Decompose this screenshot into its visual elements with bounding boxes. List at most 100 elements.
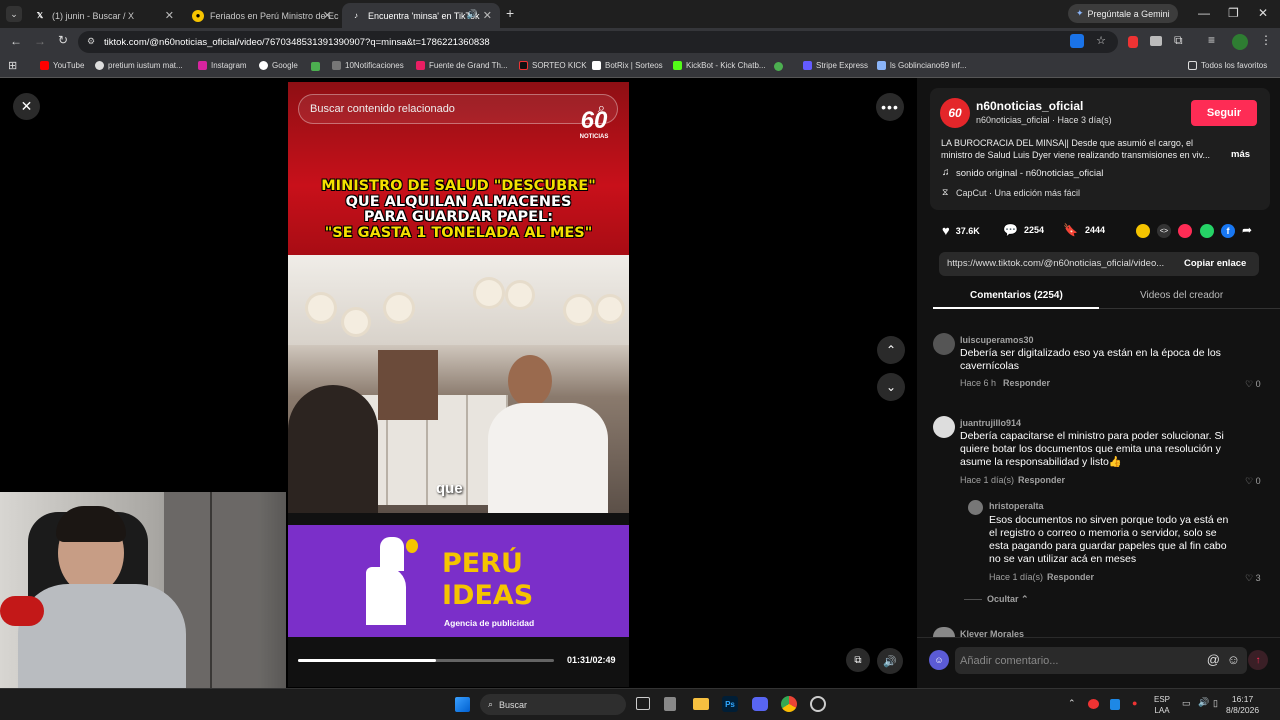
- extension-bookmark-icon[interactable]: [311, 62, 320, 71]
- discord-icon[interactable]: [752, 697, 768, 711]
- chrome-icon[interactable]: [781, 696, 797, 712]
- tray-app-icon[interactable]: [1088, 699, 1099, 709]
- previous-video-button[interactable]: ⌃: [877, 336, 905, 364]
- comment-username[interactable]: juantrujillo914: [960, 418, 1021, 428]
- profile-avatar[interactable]: [1232, 34, 1248, 50]
- chrome-menu-icon[interactable]: ⋮: [1260, 33, 1272, 47]
- more-link[interactable]: más: [1231, 149, 1250, 160]
- tab-search-icon[interactable]: ⌄: [6, 6, 22, 22]
- battery-icon[interactable]: ▯: [1213, 698, 1218, 709]
- bookmark-pretium[interactable]: pretium iustum mat...: [95, 61, 183, 70]
- bookmark-goblinciano[interactable]: ls Goblinciano69 inf...: [877, 61, 967, 70]
- avatar[interactable]: [933, 416, 955, 438]
- comment-like[interactable]: ♡ 0: [1245, 379, 1261, 390]
- bookmark-botrix[interactable]: BotRix | Sorteos: [592, 61, 663, 70]
- task-view-icon[interactable]: [636, 697, 650, 710]
- creator-username[interactable]: n60noticias_oficial: [976, 99, 1083, 113]
- whatsapp-icon[interactable]: [1200, 224, 1214, 238]
- puzzle-icon[interactable]: ⧉: [1174, 33, 1183, 48]
- hide-replies-button[interactable]: —— Ocultar ⌃: [964, 594, 1029, 605]
- comment-username[interactable]: Klever Morales: [960, 629, 1024, 637]
- share-arrow-icon[interactable]: ➦: [1242, 223, 1252, 237]
- avatar[interactable]: [933, 627, 955, 637]
- close-tab-icon[interactable]: ✕: [323, 9, 332, 22]
- avatar[interactable]: [968, 500, 983, 515]
- file-explorer-icon[interactable]: [693, 698, 709, 710]
- photoshop-icon[interactable]: Ps: [722, 696, 738, 712]
- video-player[interactable]: Buscar contenido relacionado ⌕ 60 NOTICI…: [288, 82, 629, 687]
- save-button[interactable]: 🔖 2444: [1063, 223, 1105, 237]
- avatar[interactable]: [933, 333, 955, 355]
- reply-button[interactable]: Responder: [1003, 378, 1050, 388]
- app-2-icon[interactable]: [810, 696, 826, 712]
- tray-chevron-icon[interactable]: ⌃: [1068, 698, 1076, 709]
- share-red-icon[interactable]: [1178, 224, 1192, 238]
- extension-bookmark-2-icon[interactable]: [774, 62, 783, 71]
- video-link-text[interactable]: https://www.tiktok.com/@n60noticias_ofic…: [947, 258, 1164, 269]
- apps-grid-icon[interactable]: ⊞: [8, 59, 17, 72]
- comment-username[interactable]: luiscuperamos30: [960, 335, 1034, 345]
- bookmark-stripe[interactable]: Stripe Express: [803, 61, 868, 70]
- more-options-button[interactable]: •••: [876, 93, 904, 121]
- browser-tab-x[interactable]: 𝕏 (1) junin - Buscar / X ✕: [26, 3, 182, 28]
- audio-playing-icon[interactable]: 🔊: [467, 9, 478, 20]
- bookmark-sorteo-kick[interactable]: SORTEO KICK: [519, 61, 587, 70]
- bookmark-youtube[interactable]: YouTube: [40, 61, 84, 70]
- forward-icon[interactable]: →: [34, 34, 46, 48]
- screen-share-icon[interactable]: [1070, 34, 1084, 48]
- browser-tab-news[interactable]: ● Feriados en Perú Ministro de Ec ✕: [184, 3, 340, 28]
- speaker-icon[interactable]: 🔊: [1198, 697, 1209, 708]
- bookmark-grand-theft[interactable]: Fuente de Grand Th...: [416, 61, 508, 70]
- bookmark-google[interactable]: Google: [259, 61, 298, 70]
- close-tab-icon[interactable]: ✕: [483, 9, 492, 22]
- capcut-link[interactable]: CapCut · Una edición más fácil: [956, 188, 1080, 198]
- gemini-button[interactable]: ✦ Pregúntale a Gemini: [1068, 4, 1178, 23]
- comment-input[interactable]: Añadir comentario... @ ☺: [955, 647, 1247, 674]
- site-info-icon[interactable]: ⚙: [87, 36, 95, 47]
- sticker-icon[interactable]: ☺: [929, 650, 949, 670]
- close-video-button[interactable]: ✕: [13, 93, 40, 120]
- creator-avatar[interactable]: 60: [940, 98, 970, 128]
- comment-button[interactable]: 💬 2254: [1003, 223, 1044, 237]
- comment-like[interactable]: ♡ 0: [1245, 476, 1261, 487]
- follow-button[interactable]: Seguir: [1191, 100, 1257, 126]
- share-coin-icon[interactable]: [1136, 224, 1150, 238]
- maximize-button[interactable]: ❐: [1228, 6, 1239, 20]
- close-tab-icon[interactable]: ✕: [165, 9, 174, 22]
- bookmark-star-icon[interactable]: ☆: [1096, 34, 1106, 47]
- address-bar[interactable]: ⚙ tiktok.com/@n60noticias_oficial/video/…: [78, 31, 1118, 53]
- progress-bar[interactable]: [298, 659, 554, 662]
- network-icon[interactable]: ▭: [1182, 698, 1191, 709]
- new-tab-button[interactable]: +: [506, 5, 514, 21]
- back-icon[interactable]: ←: [10, 34, 22, 48]
- app-icon[interactable]: [664, 697, 676, 711]
- all-favorites-folder[interactable]: Todos los favoritos: [1188, 61, 1267, 70]
- next-video-button[interactable]: ⌄: [877, 373, 905, 401]
- close-window-button[interactable]: ✕: [1258, 6, 1268, 20]
- extension-red-icon[interactable]: [1128, 36, 1138, 48]
- copy-link-button[interactable]: Copiar enlace: [1184, 258, 1246, 269]
- sound-link[interactable]: sonido original - n60noticias_oficial: [956, 168, 1103, 179]
- minimize-button[interactable]: —: [1198, 6, 1210, 20]
- send-comment-button[interactable]: ↑: [1248, 650, 1268, 670]
- reload-icon[interactable]: ↻: [58, 33, 68, 47]
- reply-button[interactable]: Responder: [1047, 572, 1094, 582]
- media-controls-icon[interactable]: ≡: [1208, 33, 1215, 47]
- extension-icon[interactable]: [1150, 36, 1162, 46]
- pip-button[interactable]: ⧉: [846, 648, 870, 672]
- comment-username[interactable]: hristoperalta: [989, 501, 1044, 511]
- volume-button[interactable]: 🔊: [877, 648, 903, 674]
- tray-shield-icon[interactable]: [1110, 699, 1120, 710]
- bookmark-10notificaciones[interactable]: 10Notificaciones: [332, 61, 404, 70]
- facebook-icon[interactable]: f: [1221, 224, 1235, 238]
- tab-comments[interactable]: Comentarios (2254): [970, 290, 1063, 301]
- taskbar-search[interactable]: ⌕ Buscar: [480, 694, 626, 715]
- tray-mic-icon[interactable]: ●: [1132, 698, 1137, 708]
- taskbar-clock[interactable]: 16:17 8/8/2026: [1226, 694, 1259, 716]
- language-indicator[interactable]: ESP LAA: [1154, 694, 1170, 716]
- bookmark-kickbot[interactable]: KickBot - Kick Chatb...: [673, 61, 766, 70]
- tab-creator-videos[interactable]: Videos del creador: [1140, 290, 1223, 301]
- mention-icon[interactable]: @: [1207, 652, 1220, 667]
- like-button[interactable]: ♥ 37.6K: [942, 223, 980, 238]
- embed-icon[interactable]: <>: [1157, 224, 1171, 238]
